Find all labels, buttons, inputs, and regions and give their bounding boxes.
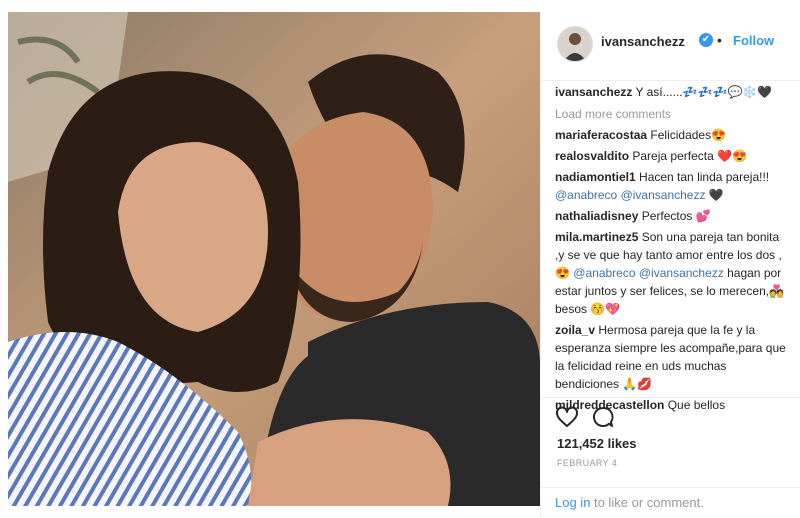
post-header: ivansanchezz ✔ • Follow: [541, 12, 800, 81]
caption: ivansanchezz Y así......💤💤💤💬❄️🖤: [555, 83, 791, 101]
comment-username[interactable]: zoila_v: [555, 323, 595, 337]
mention-link[interactable]: @ivansanchezz: [639, 266, 724, 280]
comment-item: realosvaldito Pareja perfecta ❤️😍: [555, 147, 791, 165]
login-divider: [541, 487, 800, 488]
comment-text: Que bellos: [667, 398, 726, 412]
likes-count[interactable]: 121,452 likes: [557, 436, 637, 451]
caption-username[interactable]: ivansanchezz: [555, 85, 632, 99]
comment-tail: 🖤: [708, 188, 724, 202]
post-sidebar: ivansanchezz ✔ • Follow ivansanchezz Y a…: [541, 12, 800, 518]
follow-button[interactable]: Follow: [733, 33, 774, 48]
header-username[interactable]: ivansanchezz: [601, 34, 685, 49]
comment-item: nadiamontiel1 Hacen tan linda pareja!!! …: [555, 168, 791, 204]
comment-item: nathaliadisney Perfectos 💕: [555, 207, 791, 225]
login-prompt: Log in to like or comment.: [555, 495, 704, 510]
comment-icon[interactable]: [591, 405, 615, 429]
load-more-comments-link[interactable]: Load more comments: [555, 105, 791, 123]
mention-link[interactable]: @anabreco: [555, 188, 617, 202]
comment-username[interactable]: mila.martinez5: [555, 230, 638, 244]
comment-username[interactable]: nadiamontiel1: [555, 170, 636, 184]
comment-item: zoila_v Hermosa pareja que la fe y la es…: [555, 321, 791, 393]
comment-text: Felicidades😍: [650, 128, 727, 142]
login-rest-text: to like or comment.: [590, 495, 704, 510]
comment-username[interactable]: mariaferacostaa: [555, 128, 647, 142]
avatar[interactable]: [557, 26, 593, 62]
heart-icon[interactable]: [555, 405, 579, 429]
post-photo[interactable]: [8, 12, 540, 506]
comments-list: ivansanchezz Y así......💤💤💤💬❄️🖤 Load mor…: [555, 80, 791, 414]
caption-text: Y así......💤💤💤💬❄️🖤: [635, 85, 773, 99]
verified-badge-icon: ✔: [699, 33, 713, 47]
comment-text: Perfectos 💕: [641, 209, 711, 223]
couple-photo-image: [8, 12, 540, 506]
comment-text: Hacen tan linda pareja!!!: [639, 170, 770, 184]
comment-username[interactable]: realosvaldito: [555, 149, 629, 163]
comment-username[interactable]: nathaliadisney: [555, 209, 638, 223]
separator-dot: •: [717, 32, 722, 48]
comment-text: Pareja perfecta ❤️😍: [632, 149, 747, 163]
login-link[interactable]: Log in: [555, 495, 590, 510]
mention-link[interactable]: @anabreco: [573, 266, 635, 280]
actions-divider: [541, 397, 800, 398]
mention-link[interactable]: @ivansanchezz: [621, 188, 706, 202]
comment-item: mila.martinez5 Son una pareja tan bonita…: [555, 228, 791, 318]
post-date: FEBRUARY 4: [557, 458, 618, 468]
comment-item: mariaferacostaa Felicidades😍: [555, 126, 791, 144]
